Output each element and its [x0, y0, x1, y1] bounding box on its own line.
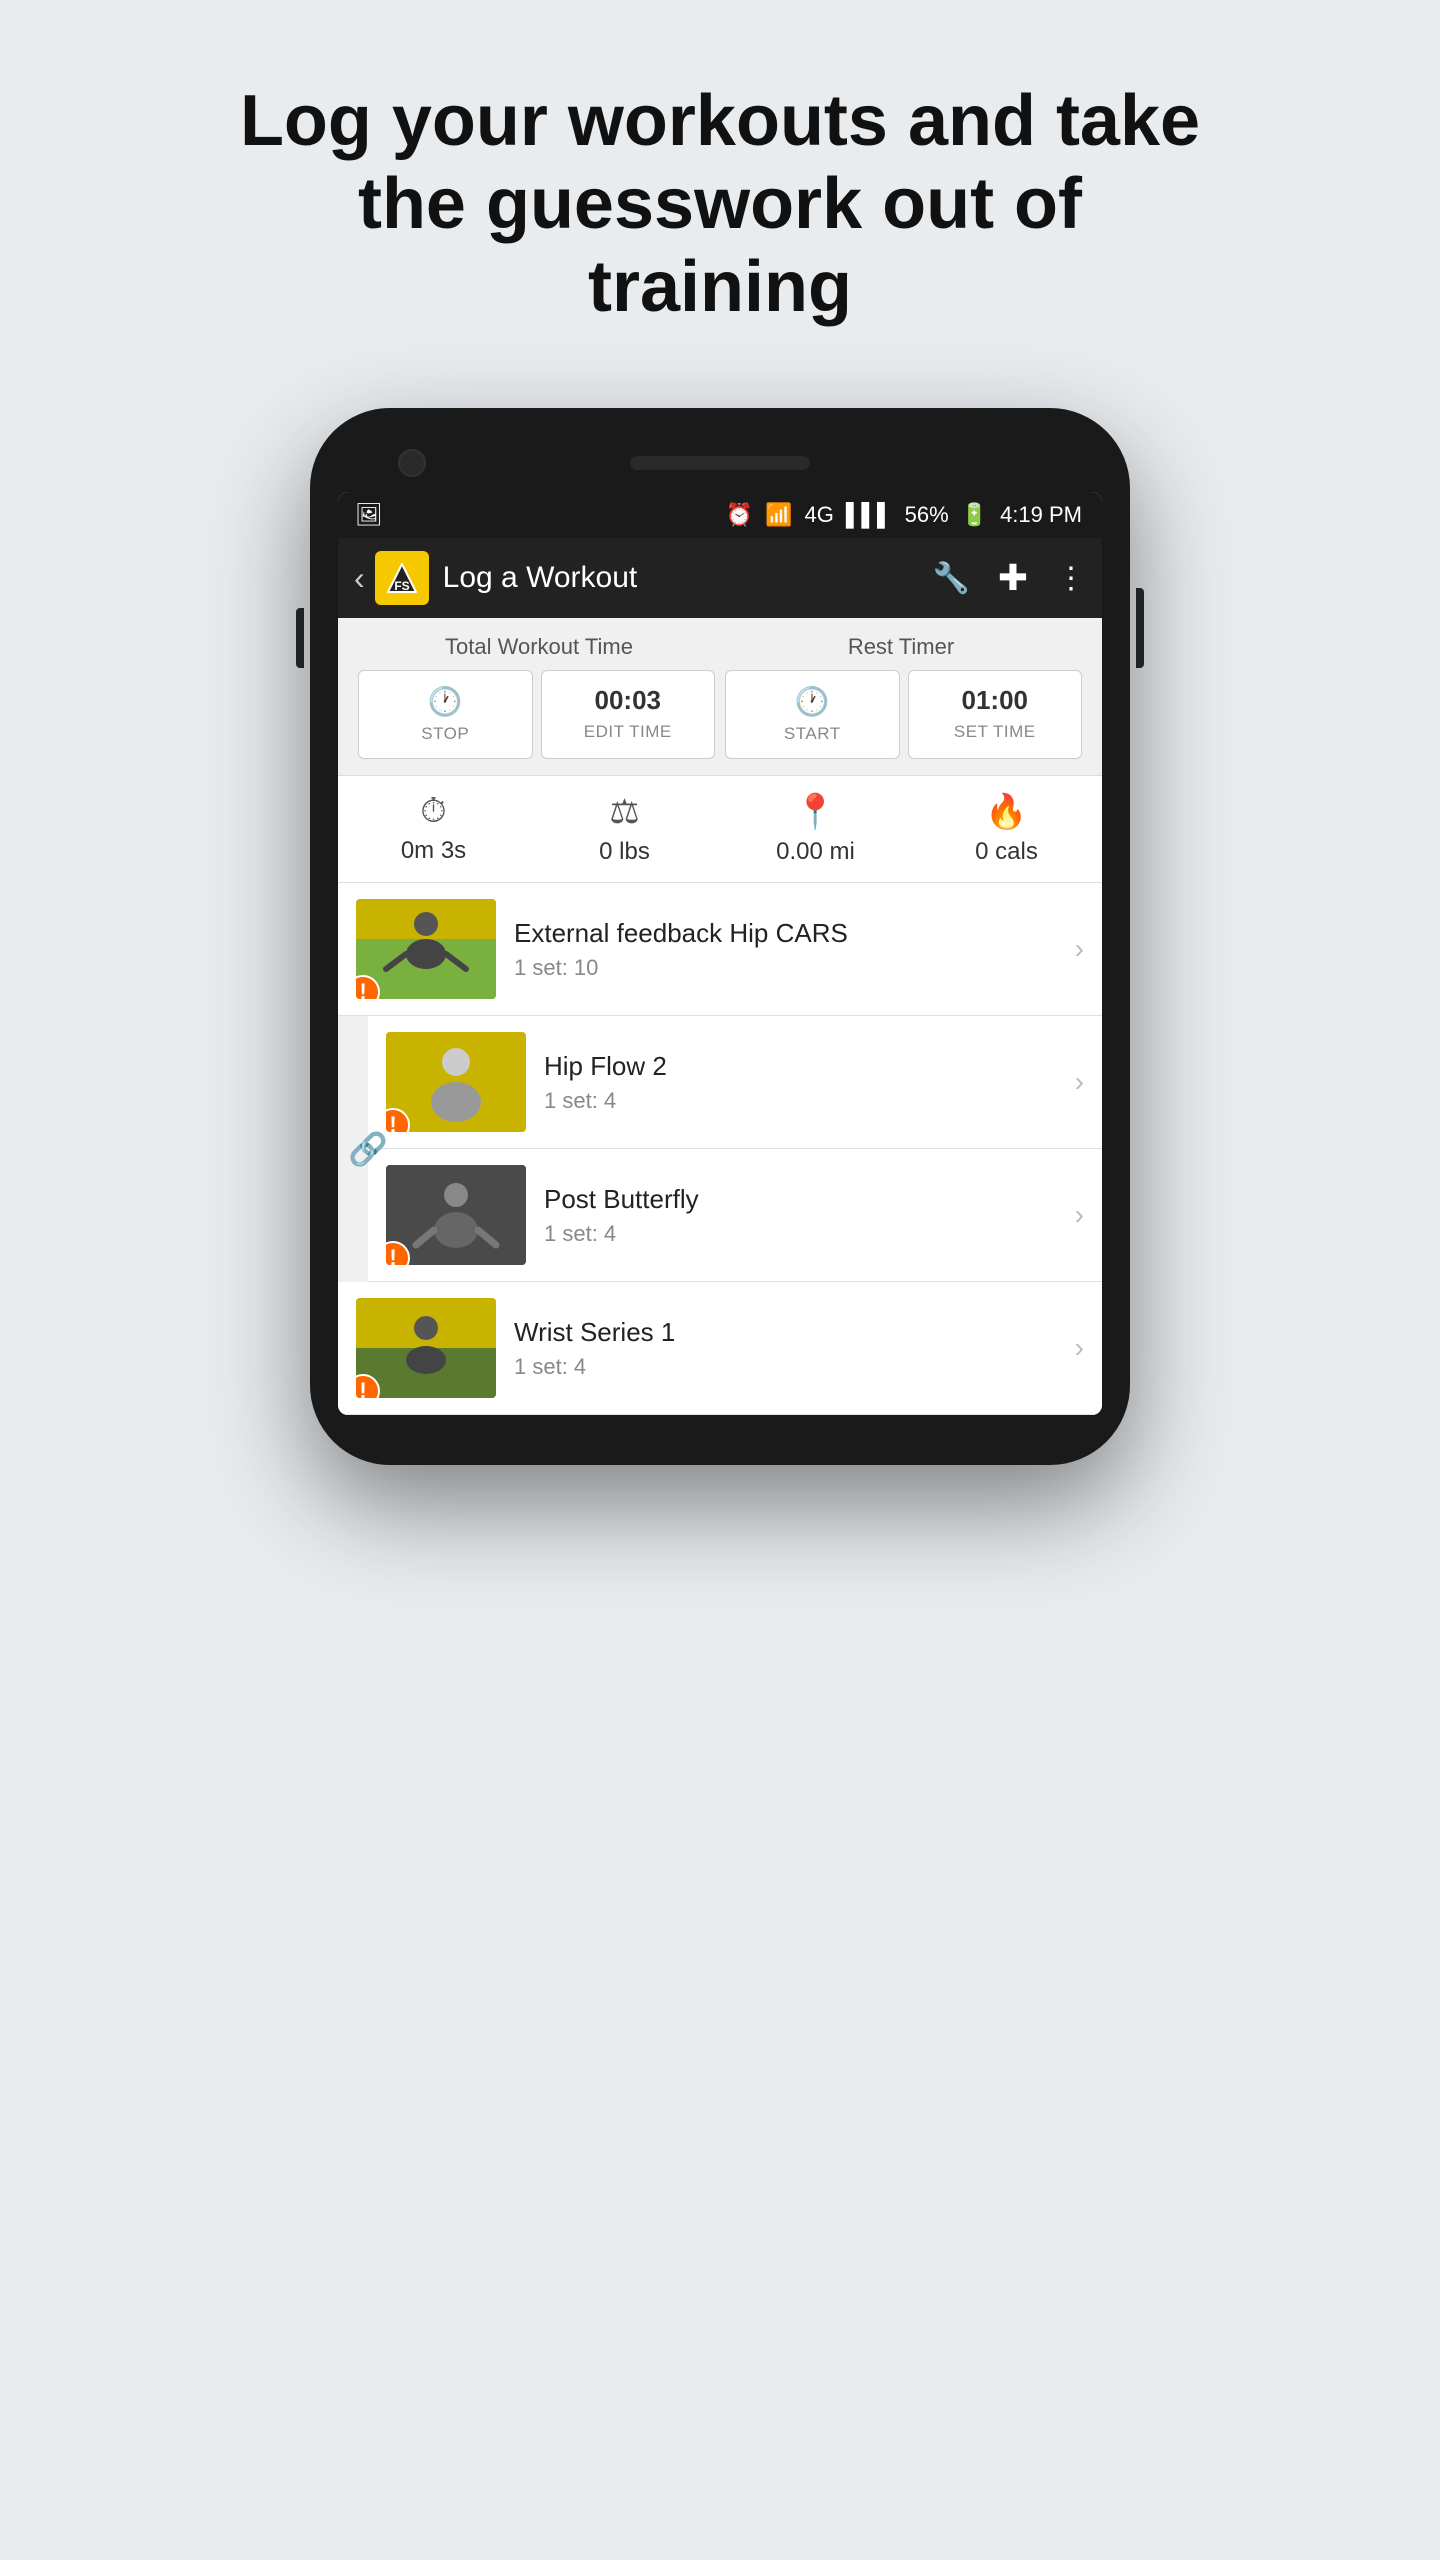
weight-value: 0 lbs [599, 838, 650, 866]
stop-clock-icon: 🕐 [428, 685, 463, 718]
total-workout-header: Total Workout Time [358, 634, 720, 660]
headline-text: Log your workouts and take the guesswork… [240, 81, 1200, 327]
edit-time-button[interactable]: 00:03 EDIT TIME [541, 670, 716, 759]
battery-icon: 🔋 [961, 502, 988, 528]
exercise-group: 🔗 ! [338, 1016, 1102, 1282]
alarm-icon: ⏰ [726, 502, 753, 528]
weight-icon: ⚖ [609, 792, 639, 832]
chevron-icon-2: › [1075, 1066, 1084, 1098]
timer-buttons-row: 🕐 STOP 00:03 EDIT TIME 🕐 START [358, 670, 1082, 759]
exercise-list: ! External feedback Hip CARS 1 set: 10 ›… [338, 883, 1102, 1415]
calories-stat: 🔥 0 cals [911, 792, 1102, 866]
headline: Log your workouts and take the guesswork… [120, 0, 1320, 388]
svg-text:FS: FS [394, 579, 409, 593]
status-bar-right: ⏰ 📶 4G ▌▌▌ 56% 🔋 4:19 PM [726, 502, 1082, 528]
chevron-icon-1: › [1075, 933, 1084, 965]
toolbar-title: Log a Workout [443, 561, 933, 595]
timer-headers: Total Workout Time Rest Timer [358, 634, 1082, 660]
calories-value: 0 cals [975, 838, 1038, 866]
back-button[interactable]: ‹ [354, 560, 365, 597]
stop-button[interactable]: 🕐 STOP [358, 670, 533, 759]
chevron-icon-4: › [1075, 1332, 1084, 1364]
stats-row: ⏱ 0m 3s ⚖ 0 lbs 📍 0.00 mi 🔥 0 cals [338, 776, 1102, 883]
toolbar-actions: 🔧 ✚ ⋮ [932, 557, 1086, 599]
weight-stat: ⚖ 0 lbs [529, 792, 720, 866]
exercise-info-4: Wrist Series 1 1 set: 4 [514, 1317, 1075, 1380]
exercise-name-2: Hip Flow 2 [544, 1051, 1075, 1082]
location-icon: 📍 [794, 792, 836, 832]
set-time-button[interactable]: 01:00 SET TIME [908, 670, 1083, 759]
chain-link-icon: 🔗 [348, 1130, 388, 1168]
exercise-item-3[interactable]: ! Post Butterfly 1 set: 4 › [368, 1149, 1102, 1282]
phone-top-bar [338, 438, 1102, 492]
exercise-sets-2: 1 set: 4 [544, 1088, 1075, 1114]
distance-stat: 📍 0.00 mi [720, 792, 911, 866]
rest-timer-controls: 🕐 START 01:00 SET TIME [725, 670, 1082, 759]
exercise-name-1: External feedback Hip CARS [514, 918, 1075, 949]
clock-time: 4:19 PM [1000, 502, 1082, 528]
side-button-power [1136, 588, 1144, 668]
speaker-grille [630, 456, 810, 470]
side-button-volume [296, 608, 304, 668]
exercise-thumbnail-2: ! [386, 1032, 526, 1132]
rest-timer-header: Rest Timer [720, 634, 1082, 660]
grouped-exercises: ! Hip Flow 2 1 set: 4 › [368, 1016, 1102, 1282]
exercise-name-3: Post Butterfly [544, 1184, 1075, 1215]
exercise-thumbnail-4: ! [356, 1298, 496, 1398]
start-clock-icon: 🕐 [795, 685, 830, 718]
notification-icon: 🖼 [358, 504, 380, 526]
status-bar-left: 🖼 [358, 504, 380, 526]
signal-label: 4G [804, 502, 833, 528]
wifi-icon: 📶 [765, 502, 792, 528]
exercise-item-4[interactable]: ! Wrist Series 1 1 set: 4 › [338, 1282, 1102, 1415]
exercise-item-2[interactable]: ! Hip Flow 2 1 set: 4 › [368, 1016, 1102, 1149]
app-logo: FS [375, 551, 429, 605]
exercise-name-4: Wrist Series 1 [514, 1317, 1075, 1348]
stopwatch-icon: ⏱ [420, 792, 447, 831]
flame-icon: 🔥 [985, 792, 1027, 832]
exercise-thumbnail-1: ! [356, 899, 496, 999]
set-time-label: SET TIME [954, 722, 1036, 742]
exercise-sets-1: 1 set: 10 [514, 955, 1075, 981]
status-bar: 🖼 ⏰ 📶 4G ▌▌▌ 56% 🔋 4:19 PM [338, 492, 1102, 538]
stop-label: STOP [421, 724, 469, 744]
signal-bars-icon: ▌▌▌ [846, 502, 893, 528]
start-button[interactable]: 🕐 START [725, 670, 900, 759]
duration-stat: ⏱ 0m 3s [338, 792, 529, 866]
more-options-button[interactable]: ⋮ [1056, 561, 1086, 596]
exercise-sets-4: 1 set: 4 [514, 1354, 1075, 1380]
exercise-info-2: Hip Flow 2 1 set: 4 [544, 1051, 1075, 1114]
exercise-thumbnail-3: ! [386, 1165, 526, 1265]
add-button[interactable]: ✚ [998, 557, 1028, 599]
battery-percent: 56% [905, 502, 949, 528]
exercise-info-1: External feedback Hip CARS 1 set: 10 [514, 918, 1075, 981]
phone-screen: 🖼 ⏰ 📶 4G ▌▌▌ 56% 🔋 4:19 PM ‹ [338, 492, 1102, 1415]
workout-timer-controls: 🕐 STOP 00:03 EDIT TIME [358, 670, 715, 759]
wrench-icon[interactable]: 🔧 [932, 561, 969, 596]
chevron-icon-3: › [1075, 1199, 1084, 1231]
exercise-item-1[interactable]: ! External feedback Hip CARS 1 set: 10 › [338, 883, 1102, 1016]
exercise-sets-3: 1 set: 4 [544, 1221, 1075, 1247]
set-time-value: 01:00 [962, 685, 1029, 716]
phone-mockup: 🖼 ⏰ 📶 4G ▌▌▌ 56% 🔋 4:19 PM ‹ [310, 408, 1130, 1465]
app-toolbar: ‹ FS Log a Workout 🔧 ✚ ⋮ [338, 538, 1102, 618]
front-camera [398, 449, 426, 477]
exercise-info-3: Post Butterfly 1 set: 4 [544, 1184, 1075, 1247]
timer-section: Total Workout Time Rest Timer 🕐 STOP 00:… [338, 618, 1102, 776]
duration-value: 0m 3s [401, 837, 466, 865]
distance-value: 0.00 mi [776, 838, 855, 866]
edit-time-value: 00:03 [595, 685, 662, 716]
start-label: START [784, 724, 841, 744]
phone-outer: 🖼 ⏰ 📶 4G ▌▌▌ 56% 🔋 4:19 PM ‹ [310, 408, 1130, 1465]
edit-time-label: EDIT TIME [584, 722, 672, 742]
